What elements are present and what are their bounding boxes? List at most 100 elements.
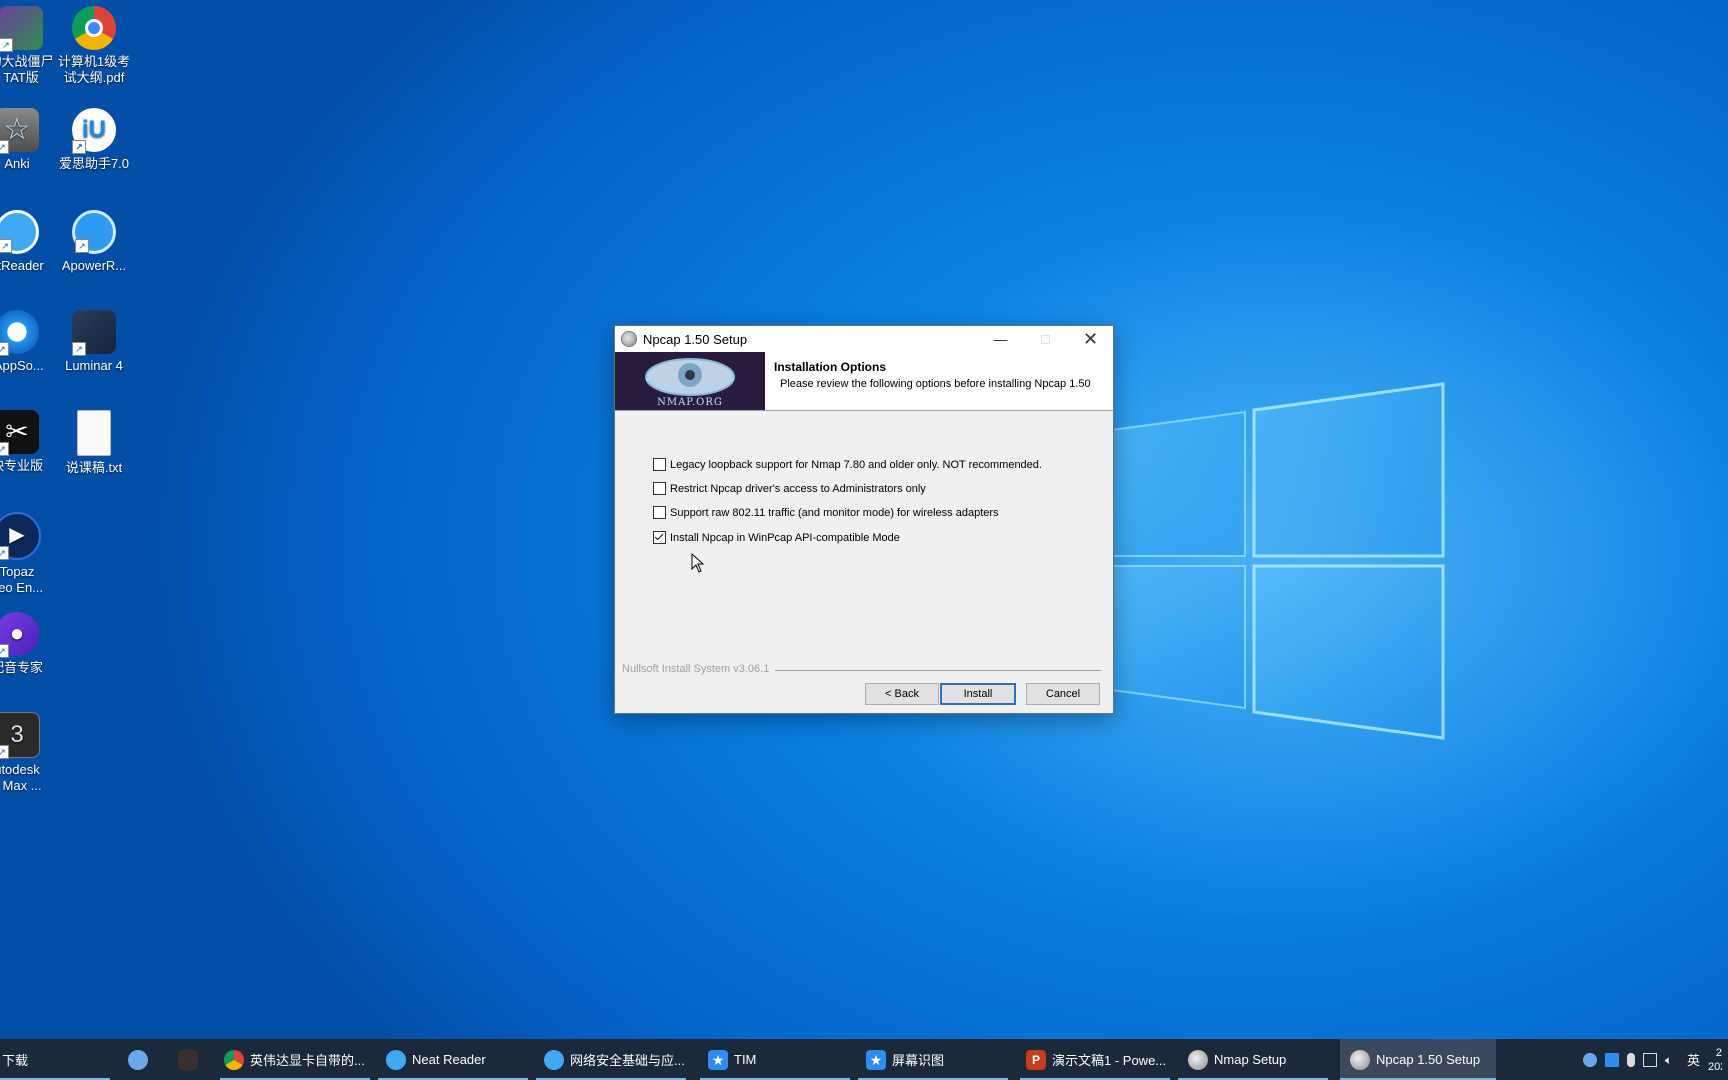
- chrome-icon: [72, 6, 116, 50]
- page-title: Installation Options: [774, 360, 887, 374]
- desktop-icon-label: utodesk: [0, 762, 40, 777]
- taskbar-item-label: Nmap Setup: [1214, 1052, 1287, 1067]
- desktop-icon-luminar[interactable]: ↗ Luminar 4: [51, 310, 137, 374]
- i4-icon: iU ↗: [72, 108, 116, 154]
- taskbar-item-pinned-app-2[interactable]: [172, 1039, 208, 1080]
- desktop-icon-apowerrec[interactable]: ↗ ApowerR...: [51, 210, 137, 274]
- desktop-icon-label: 试大纲.pdf: [63, 70, 125, 85]
- option-label: Install Npcap in WinPcap API-compatible …: [670, 531, 900, 544]
- neatreader-icon: [386, 1049, 406, 1070]
- tim-star-icon: ★: [708, 1049, 728, 1070]
- desktop-icon-3dsmax[interactable]: 3↗ utodesk s Max ...: [0, 712, 60, 794]
- text-file-icon: [77, 410, 111, 456]
- checkbox[interactable]: [653, 482, 666, 495]
- tim-star-icon: ★: [866, 1049, 886, 1070]
- tray-app-icon[interactable]: [1582, 1052, 1597, 1067]
- nmap-banner-image: NMAP.ORG: [615, 352, 765, 410]
- clock-time: 2: [1715, 1046, 1722, 1059]
- install-button[interactable]: Install: [940, 683, 1016, 705]
- divider: [775, 670, 1101, 671]
- option-winpcap-compatible[interactable]: Install Npcap in WinPcap API-compatible …: [653, 531, 900, 544]
- cancel-button[interactable]: Cancel: [1026, 683, 1100, 705]
- taskbar-item-label: Npcap 1.50 Setup: [1376, 1052, 1481, 1067]
- desktop-icon-label: ApowerR...: [61, 258, 127, 273]
- game-icon: ↗: [0, 6, 43, 52]
- window-title: Npcap 1.50 Setup: [643, 331, 748, 347]
- desktop-icon-label: 配音专家: [0, 660, 43, 675]
- checkbox-checked[interactable]: [653, 531, 666, 544]
- taskbar-item-label: 演示文稿1 - Powe...: [1052, 1053, 1167, 1068]
- app-icon: [178, 1049, 198, 1070]
- clock[interactable]: 2 202: [1708, 1046, 1722, 1074]
- taskbar-item-screen-ocr[interactable]: ★ 屏幕识图: [858, 1039, 1008, 1080]
- ime-indicator[interactable]: 英: [1687, 1050, 1700, 1069]
- desktop-icon-i4[interactable]: iU ↗ 爱思助手7.0: [51, 108, 137, 172]
- neatreader-icon: [544, 1049, 564, 1070]
- minimize-button[interactable]: —: [978, 326, 1023, 352]
- desktop-icon-label: s Max ...: [0, 778, 42, 793]
- clock-date: 202: [1708, 1060, 1722, 1073]
- option-raw-80211[interactable]: Support raw 802.11 traffic (and monitor …: [653, 506, 999, 519]
- taskbar-item-label: 网络安全基础与应...: [570, 1053, 685, 1068]
- desktop-icon-label: Topaz: [0, 564, 35, 579]
- options-panel: Legacy loopback support for Nmap 7.80 an…: [615, 411, 1113, 711]
- taskbar-item-download[interactable]: 下载: [0, 1039, 110, 1080]
- taskbar-item-npcap-setup[interactable]: Npcap 1.50 Setup: [1340, 1039, 1496, 1080]
- setup-icon: [1350, 1049, 1370, 1070]
- system-tray: 🔈︎ 英 2 202: [1582, 1039, 1728, 1080]
- option-label: Legacy loopback support for Nmap 7.80 an…: [670, 458, 1042, 471]
- desktop-icon-txt[interactable]: 说课稿.txt: [51, 410, 137, 476]
- topaz-icon: ▶ ↗: [0, 512, 41, 560]
- volume-icon[interactable]: 🔈︎: [1665, 1053, 1679, 1067]
- taskbar-item-tim[interactable]: ★ TIM: [700, 1039, 850, 1080]
- taskbar-item-label: 英伟达显卡自带的...: [250, 1053, 365, 1068]
- tim-tray-icon[interactable]: [1604, 1052, 1619, 1067]
- checkbox[interactable]: [653, 506, 666, 519]
- taskbar-item-nmap-setup[interactable]: Nmap Setup: [1178, 1039, 1328, 1080]
- title-bar[interactable]: Npcap 1.50 Setup — □ ✕: [615, 326, 1113, 352]
- powerpoint-icon: P: [1026, 1049, 1046, 1070]
- taskbar-item-neatreader[interactable]: Neat Reader: [378, 1039, 528, 1080]
- taskbar-item-label: 屏幕识图: [892, 1053, 945, 1068]
- option-restrict-admin[interactable]: Restrict Npcap driver's access to Admini…: [653, 482, 926, 495]
- apowerrec-icon: ↗: [72, 210, 116, 254]
- desktop-icon-peiyin[interactable]: ●↗ 配音专家: [0, 612, 60, 676]
- anki-icon: ☆ ↗: [0, 108, 39, 154]
- page-subtitle: Please review the following options befo…: [780, 378, 1091, 390]
- back-button[interactable]: < Back: [865, 683, 939, 705]
- appsoft-icon: ↗: [0, 310, 39, 356]
- desktop-icon-label: Luminar 4: [65, 358, 123, 373]
- microphone-icon[interactable]: [1626, 1052, 1635, 1067]
- taskbar-item-netsec-doc[interactable]: 网络安全基础与应...: [536, 1039, 686, 1080]
- desktop-icon-label: 说课稿.txt: [65, 460, 123, 475]
- neatreader-icon: ↗: [0, 210, 39, 254]
- npcap-setup-dialog: Npcap 1.50 Setup — □ ✕ NMAP.ORG Installa…: [614, 325, 1114, 714]
- desktop-icon-label: deo En...: [0, 580, 44, 595]
- luminar-icon: ↗: [72, 310, 116, 356]
- mic-icon: ● ↗: [0, 612, 39, 658]
- checkbox[interactable]: [653, 458, 666, 471]
- 3dsmax-icon: 3 ↗: [0, 712, 40, 759]
- option-legacy-loopback[interactable]: Legacy loopback support for Nmap 7.80 an…: [653, 458, 1042, 471]
- desktop-icon-topaz[interactable]: ▶↗ Topaz deo En...: [0, 512, 60, 596]
- close-button[interactable]: ✕: [1068, 326, 1113, 352]
- desktop-icon-pdf[interactable]: 计算机1级考 试大纲.pdf: [51, 6, 137, 86]
- taskbar-item-chrome[interactable]: 英伟达显卡自带的...: [220, 1039, 370, 1080]
- capcut-icon: ✂ ↗: [0, 410, 39, 456]
- taskbar-item-label: Neat Reader: [412, 1052, 486, 1067]
- app-icon: [128, 1049, 148, 1070]
- taskbar-item-label: 下载: [2, 1053, 29, 1068]
- banner-text: NMAP.ORG: [657, 397, 723, 408]
- taskbar-item-label: TIM: [734, 1052, 757, 1067]
- taskbar: 下载 英伟达显卡自带的... Neat Reader 网络安全基础与应... ★…: [0, 1039, 1728, 1080]
- option-label: Restrict Npcap driver's access to Admini…: [670, 482, 926, 495]
- option-label: Support raw 802.11 traffic (and monitor …: [670, 506, 999, 519]
- taskbar-item-powerpoint[interactable]: P 演示文稿1 - Powe...: [1020, 1039, 1170, 1080]
- desktop-icon-label: 爱思助手7.0: [58, 156, 130, 171]
- mouse-cursor-icon: [691, 553, 705, 573]
- app-icon: [621, 331, 637, 347]
- header-panel: NMAP.ORG Installation Options Please rev…: [615, 352, 1113, 411]
- taskbar-item-pinned-app[interactable]: [122, 1039, 158, 1080]
- network-icon[interactable]: [1642, 1052, 1657, 1067]
- desktop-icon-label: 计算机1级考: [57, 54, 131, 69]
